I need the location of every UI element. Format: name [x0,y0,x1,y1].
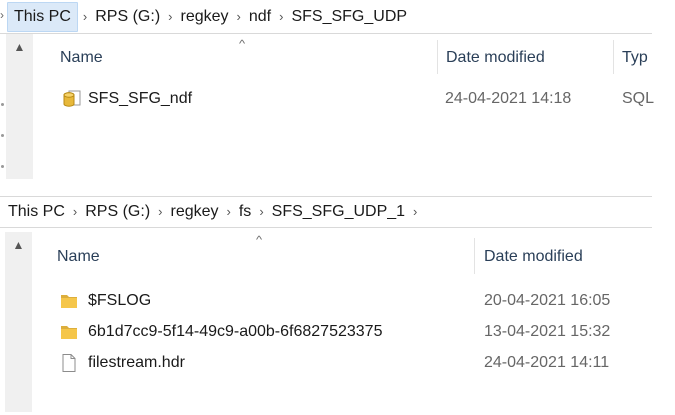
sort-ascending-icon: ^ [256,233,263,246]
chevron-right-icon[interactable]: › [222,197,236,227]
breadcrumb-item-this-pc[interactable]: This PC [0,197,68,227]
breadcrumb-item-ndf[interactable]: ndf [246,2,274,32]
sort-ascending-icon: ^ [239,37,246,50]
file-name: 6b1d7cc9-5f14-49c9-a00b-6f6827523375 [88,323,383,340]
column-header-date-modified[interactable]: Date modified [446,49,545,67]
chevron-right-icon[interactable]: › [274,2,288,32]
file-name: $FSLOG [88,292,152,309]
list-item[interactable]: $FSLOG 20-04-2021 16:05 [59,287,639,315]
file-date-modified: 13-04-2021 15:32 [484,323,611,340]
explorer-pane-top: › This PC › RPS (G:) › regkey › ndf › SF… [0,0,675,196]
scroll-tick [1,165,4,168]
chevron-right-icon[interactable]: › [68,197,82,227]
chevron-right-icon[interactable]: › [408,197,422,227]
column-header-type[interactable]: Typ [622,49,648,67]
breadcrumb-item-sfs-sfg-udp[interactable]: SFS_SFG_UDP [288,2,410,32]
breadcrumb-item-drive[interactable]: RPS (G:) [92,2,163,32]
file-name-cell: SFS_SFG_ndf [62,89,192,109]
scroll-tick [1,134,4,137]
scroll-up-icon[interactable]: ▲ [6,34,33,60]
column-header-name[interactable]: Name [57,248,100,266]
scrollbar[interactable]: ▲ [5,232,32,412]
database-file-icon [63,90,81,107]
scrollbar[interactable]: ▲ [6,34,33,179]
file-name-cell: filestream.hdr [59,353,185,373]
breadcrumb-item-fs[interactable]: fs [236,197,254,227]
scroll-up-icon[interactable]: ▲ [5,232,32,258]
file-date-modified: 24-04-2021 14:11 [484,354,610,371]
column-divider[interactable] [437,40,438,74]
folder-icon [61,326,77,339]
breadcrumb[interactable]: This PC › RPS (G:) › regkey › fs › SFS_S… [0,197,422,227]
file-type: SQL [622,90,655,107]
file-name: filestream.hdr [88,354,185,371]
breadcrumb-item-this-pc[interactable]: This PC [7,2,78,32]
breadcrumb-item-sfs-sfg-udp-1[interactable]: SFS_SFG_UDP_1 [269,197,408,227]
file-name-cell: $FSLOG [59,291,151,311]
folder-icon [61,295,77,308]
column-divider[interactable] [474,238,475,274]
chevron-right-icon[interactable]: › [153,197,167,227]
file-date-modified: 24-04-2021 14:18 [445,90,572,107]
scroll-tick [1,103,4,106]
list-item[interactable]: 6b1d7cc9-5f14-49c9-a00b-6f6827523375 13-… [59,318,639,346]
explorer-pane-bottom: This PC › RPS (G:) › regkey › fs › SFS_S… [0,196,675,415]
breadcrumb-item-drive[interactable]: RPS (G:) [82,197,153,227]
chevron-right-icon[interactable]: › [254,197,268,227]
breadcrumb-item-regkey[interactable]: regkey [167,197,221,227]
divider [0,227,652,228]
chevron-right-icon[interactable]: › [163,2,177,32]
file-date-modified: 20-04-2021 16:05 [484,292,611,309]
file-icon [62,354,76,372]
breadcrumb-item-regkey[interactable]: regkey [177,2,231,32]
column-header-name[interactable]: Name [60,49,103,67]
breadcrumb[interactable]: This PC › RPS (G:) › regkey › ndf › SFS_… [7,2,410,32]
chevron-right-icon[interactable]: › [232,2,246,32]
divider [0,33,652,34]
list-item[interactable]: filestream.hdr 24-04-2021 14:11 [59,349,639,377]
chevron-right-icon[interactable]: › [78,2,92,32]
column-divider[interactable] [613,40,614,74]
file-name-cell: 6b1d7cc9-5f14-49c9-a00b-6f6827523375 [59,322,382,342]
column-header-date-modified[interactable]: Date modified [484,248,583,266]
file-name: SFS_SFG_ndf [88,90,193,107]
file-row[interactable]: SFS_SFG_ndf 24-04-2021 14:18 SQL [62,85,662,113]
chevron-left-icon[interactable]: › [0,8,4,22]
